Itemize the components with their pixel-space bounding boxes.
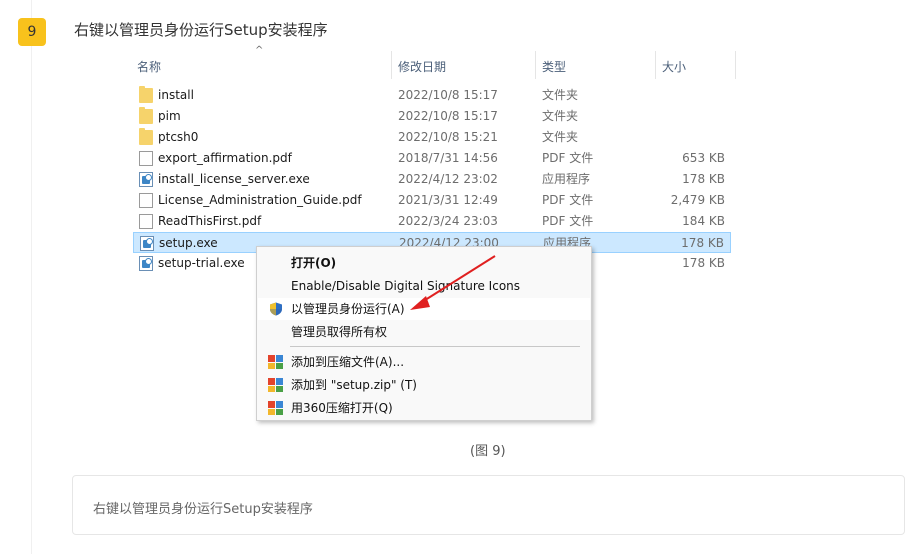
document-icon [139, 193, 153, 208]
file-name: License_Administration_Guide.pdf [158, 193, 362, 207]
column-header-name[interactable]: 名称 [137, 57, 161, 77]
left-rule [31, 0, 32, 554]
column-divider[interactable] [655, 51, 656, 79]
column-header-type[interactable]: 类型 [542, 57, 566, 77]
exe-icon [139, 172, 153, 187]
file-type: PDF 文件 [542, 193, 594, 207]
column-header-modified[interactable]: 修改日期 [398, 57, 446, 77]
file-name: export_affirmation.pdf [158, 151, 292, 165]
file-type: PDF 文件 [542, 151, 594, 165]
file-date: 2022/10/8 15:17 [398, 88, 498, 102]
menu-item-label: 以管理员身份运行(A) [291, 302, 405, 316]
document-icon [139, 151, 153, 166]
file-size: 178 KB [682, 256, 725, 270]
menu-item-add-to-archive[interactable]: 添加到压缩文件(A)... [258, 351, 590, 373]
file-date: 2018/7/31 14:56 [398, 151, 498, 165]
column-divider[interactable] [391, 51, 392, 79]
menu-item-label: 添加到压缩文件(A)... [291, 355, 405, 369]
file-row[interactable]: ptcsh0 2022/10/8 15:21 文件夹 [133, 127, 731, 148]
file-name: setup.exe [159, 236, 218, 250]
file-name: ptcsh0 [158, 130, 199, 144]
file-size: 178 KB [682, 172, 725, 186]
file-row[interactable]: install 2022/10/8 15:17 文件夹 [133, 85, 731, 106]
file-type: PDF 文件 [542, 214, 594, 228]
menu-item-open-with-360[interactable]: 用360压缩打开(Q) [258, 397, 590, 419]
file-name: install [158, 88, 194, 102]
archive-icon [268, 401, 283, 415]
note-box: 右键以管理员身份运行Setup安装程序 [72, 475, 905, 535]
menu-item-take-ownership[interactable]: 管理员取得所有权 [258, 321, 590, 343]
file-type: 文件夹 [542, 88, 579, 102]
file-row[interactable]: export_affirmation.pdf 2018/7/31 14:56 P… [133, 148, 731, 169]
archive-icon [268, 378, 283, 392]
menu-item-label: 管理员取得所有权 [291, 325, 388, 339]
file-size: 178 KB [681, 236, 724, 250]
file-row[interactable]: ReadThisFirst.pdf 2022/3/24 23:03 PDF 文件… [133, 211, 731, 232]
uac-shield-icon [270, 302, 282, 316]
file-row[interactable]: License_Administration_Guide.pdf 2021/3/… [133, 190, 731, 211]
menu-item-label: 打开(O) [291, 256, 337, 270]
figure-caption: (图 9) [470, 444, 506, 459]
column-divider[interactable] [535, 51, 536, 79]
file-date: 2022/10/8 15:21 [398, 130, 498, 144]
file-type: 应用程序 [542, 172, 591, 186]
file-name: install_license_server.exe [158, 172, 310, 186]
file-type: 文件夹 [542, 109, 579, 123]
step-title: 右键以管理员身份运行Setup安装程序 [74, 21, 328, 39]
file-size: 653 KB [682, 151, 725, 165]
sort-ascending-icon: ^ [255, 45, 264, 56]
exe-icon [139, 256, 153, 271]
annotation-arrow [410, 255, 496, 310]
file-type: 文件夹 [542, 130, 579, 144]
menu-item-label: 添加到 "setup.zip" (T) [291, 378, 417, 392]
file-date: 2022/4/12 23:02 [398, 172, 498, 186]
column-header-size[interactable]: 大小 [662, 57, 686, 77]
document-icon [139, 214, 153, 229]
file-date: 2022/3/24 23:03 [398, 214, 498, 228]
file-date: 2022/10/8 15:17 [398, 109, 498, 123]
step-number-badge: 9 [18, 18, 46, 46]
file-date: 2021/3/31 12:49 [398, 193, 498, 207]
menu-item-label: 用360压缩打开(Q) [291, 401, 393, 415]
file-row[interactable]: install_license_server.exe 2022/4/12 23:… [133, 169, 731, 190]
file-size: 184 KB [682, 214, 725, 228]
column-divider[interactable] [735, 51, 736, 79]
menu-item-add-to-setup-zip[interactable]: 添加到 "setup.zip" (T) [258, 374, 590, 396]
folder-icon [139, 86, 153, 103]
file-size: 2,479 KB [670, 193, 725, 207]
folder-icon [139, 128, 153, 145]
file-name: pim [158, 109, 181, 123]
archive-icon [268, 355, 283, 369]
file-name: setup-trial.exe [158, 256, 245, 270]
menu-separator [290, 346, 580, 347]
note-text: 右键以管理员身份运行Setup安装程序 [93, 502, 313, 517]
folder-icon [139, 107, 153, 124]
file-row[interactable]: pim 2022/10/8 15:17 文件夹 [133, 106, 731, 127]
exe-icon [140, 236, 154, 251]
file-name: ReadThisFirst.pdf [158, 214, 262, 228]
